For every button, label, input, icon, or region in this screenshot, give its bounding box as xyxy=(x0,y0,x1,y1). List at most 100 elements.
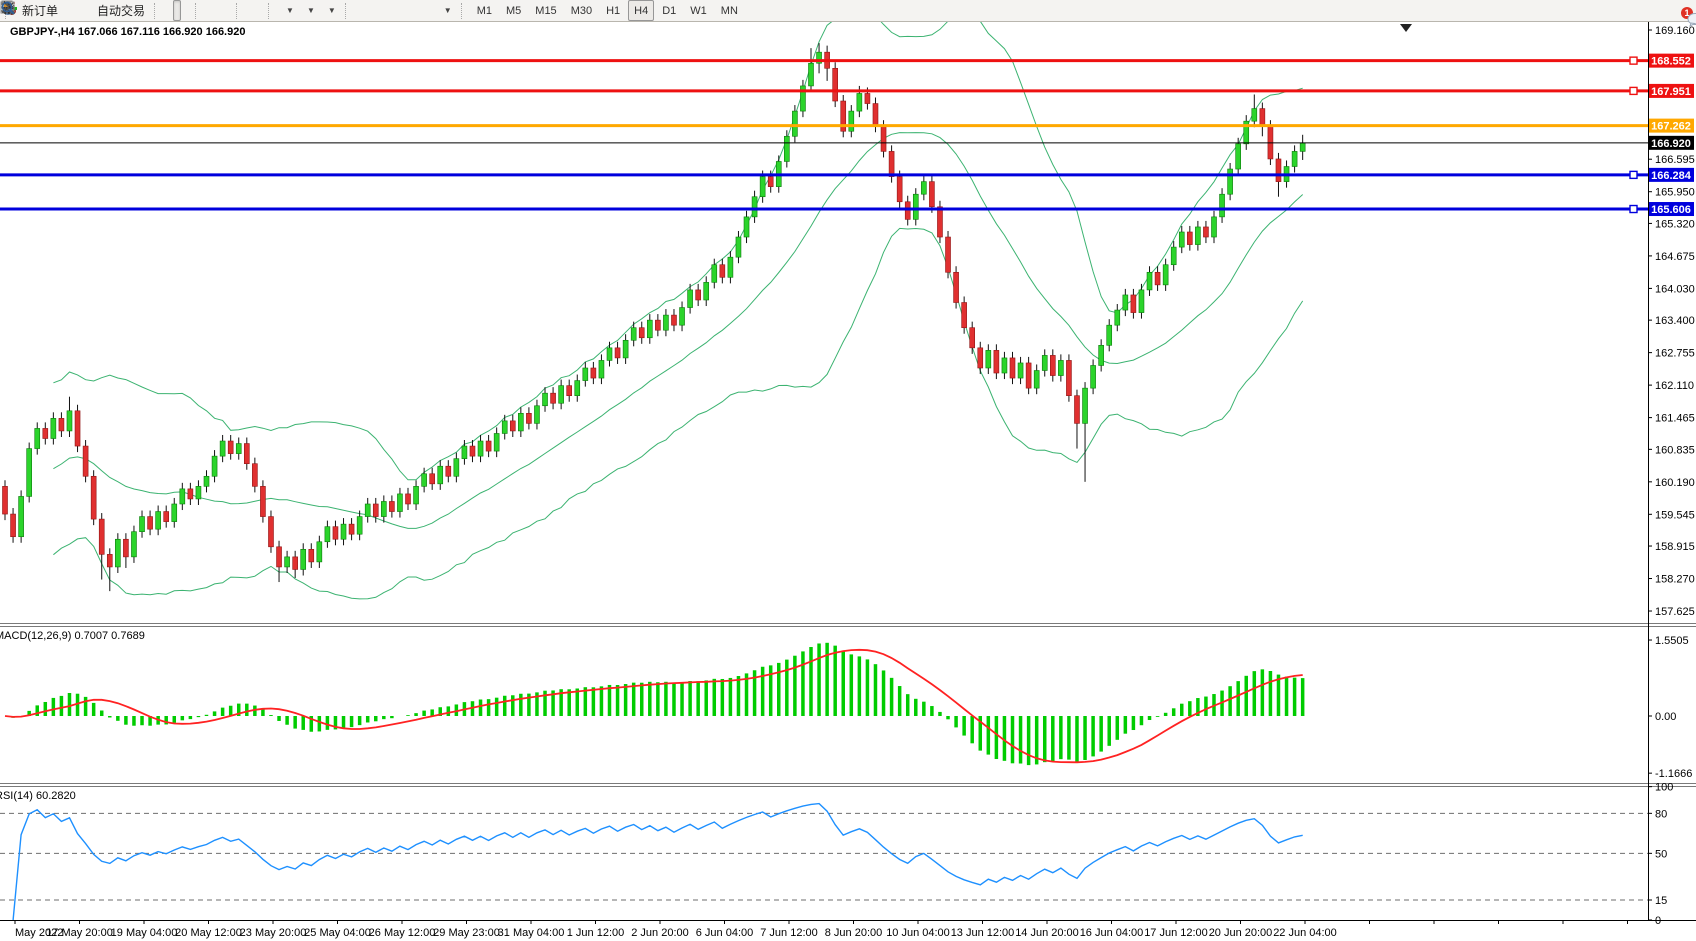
rsi-level-lines xyxy=(0,813,1648,900)
line-chart-mode-button[interactable] xyxy=(182,0,190,21)
pane-separator[interactable] xyxy=(0,623,1696,627)
svg-text:22 Jun 04:00: 22 Jun 04:00 xyxy=(1273,927,1337,939)
tile-windows-button[interactable] xyxy=(223,0,231,21)
svg-text:15: 15 xyxy=(1655,895,1667,907)
svg-text:160.190: 160.190 xyxy=(1655,477,1695,489)
trendline-tool-button[interactable] xyxy=(391,0,399,21)
svg-text:29 May 23:00: 29 May 23:00 xyxy=(433,927,500,939)
svg-text:169.160: 169.160 xyxy=(1655,25,1695,37)
mt4-window: 新订单 自动交易 xyxy=(0,0,1696,941)
new-order-label: 新订单 xyxy=(22,2,58,19)
time-axis[interactable]: May 202217 May 20:0019 May 04:0020 May 1… xyxy=(15,920,1628,939)
auto-scroll-button[interactable] xyxy=(246,0,254,21)
crosshair-tool-button[interactable] xyxy=(364,0,372,21)
svg-text:-1.1666: -1.1666 xyxy=(1655,768,1692,780)
timeframe-button-m30[interactable]: M30 xyxy=(565,0,598,21)
indicators-button[interactable]: ▼ xyxy=(278,0,298,21)
toolbar-separator xyxy=(195,3,202,19)
candlestick-mode-button[interactable] xyxy=(173,0,181,21)
svg-text:13 Jun 12:00: 13 Jun 12:00 xyxy=(951,927,1015,939)
svg-text:8 Jun 20:00: 8 Jun 20:00 xyxy=(825,927,883,939)
dropdown-caret-icon: ▼ xyxy=(307,6,315,15)
svg-text:165.320: 165.320 xyxy=(1655,218,1695,230)
channel-tool-button[interactable]: E xyxy=(400,0,408,21)
chart-title: GBPJPY-,H4 167.066 167.116 166.920 166.9… xyxy=(10,26,245,38)
svg-text:20 Jun 20:00: 20 Jun 20:00 xyxy=(1209,927,1273,939)
autotrading-button[interactable]: 自动交易 xyxy=(90,0,149,21)
svg-text:162.110: 162.110 xyxy=(1655,380,1694,392)
zoom-out-button[interactable] xyxy=(214,0,222,21)
svg-text:166.595: 166.595 xyxy=(1655,154,1695,166)
timeframe-button-m1[interactable]: M1 xyxy=(471,0,498,21)
new-order-button[interactable]: 新订单 xyxy=(15,0,62,21)
text-label-tool-button[interactable]: T xyxy=(427,0,435,21)
svg-text:20 May 12:00: 20 May 12:00 xyxy=(175,927,242,939)
chart-shift-button[interactable] xyxy=(255,0,263,21)
toolbar-separator xyxy=(236,3,243,19)
svg-text:23 May 20:00: 23 May 20:00 xyxy=(240,927,307,939)
text-tool-button[interactable]: A xyxy=(418,0,426,21)
svg-text:157.625: 157.625 xyxy=(1655,606,1695,618)
templates-button[interactable]: ▼ xyxy=(320,0,340,21)
chart-canvas[interactable]: 169.160 166.595 165.950 165.320 164.675 164.0… xyxy=(0,0,1696,941)
horizontal-line-167.951[interactable] xyxy=(0,87,1648,94)
pane-separator[interactable] xyxy=(0,783,1696,787)
svg-text:160.835: 160.835 xyxy=(1655,444,1695,456)
bollinger-lower-band xyxy=(53,228,1302,599)
rsi-indicator-label: RSI(14) 60.2820 xyxy=(0,790,76,802)
periods-button[interactable]: ▼ xyxy=(299,0,319,21)
toolbar-separator xyxy=(345,3,352,19)
zoom-in-button[interactable] xyxy=(205,0,213,21)
svg-text:159.545: 159.545 xyxy=(1655,509,1695,521)
bollinger-upper-band xyxy=(53,11,1302,480)
svg-text:163.400: 163.400 xyxy=(1655,315,1695,327)
svg-text:0: 0 xyxy=(1655,915,1661,927)
toolbar-separator xyxy=(461,3,468,19)
dropdown-caret-icon: ▼ xyxy=(328,6,336,15)
horizontal-line-tool-button[interactable] xyxy=(382,0,390,21)
bar-chart-mode-button[interactable] xyxy=(164,0,172,21)
macd-histogram xyxy=(11,643,1304,765)
svg-text:19 May 04:00: 19 May 04:00 xyxy=(111,927,178,939)
fibonacci-tool-button[interactable]: F xyxy=(409,0,417,21)
timeframe-button-h4[interactable]: H4 xyxy=(628,0,654,21)
svg-text:17 Jun 12:00: 17 Jun 12:00 xyxy=(1144,927,1208,939)
timeframe-button-w1[interactable]: W1 xyxy=(684,0,713,21)
svg-text:165.950: 165.950 xyxy=(1655,187,1695,199)
svg-text:164.675: 164.675 xyxy=(1655,251,1695,263)
svg-text:158.915: 158.915 xyxy=(1655,541,1695,553)
autotrading-label: 自动交易 xyxy=(97,2,145,19)
toolbar: 新订单 自动交易 xyxy=(0,0,1696,22)
terminal-button[interactable] xyxy=(72,0,80,21)
svg-text:26 May 12:00: 26 May 12:00 xyxy=(369,927,436,939)
market-watch-button[interactable] xyxy=(63,0,71,21)
horizontal-line-166.284[interactable] xyxy=(0,171,1648,178)
cursor-tool-button[interactable] xyxy=(355,0,363,21)
horizontal-line-168.552[interactable] xyxy=(0,57,1648,64)
chart-shift-marker[interactable] xyxy=(1400,24,1412,32)
arrows-tool-button[interactable]: ▼ xyxy=(436,0,456,21)
svg-text:162.755: 162.755 xyxy=(1655,348,1695,360)
horizontal-line-165.606[interactable] xyxy=(0,206,1648,213)
svg-text:25 May 04:00: 25 May 04:00 xyxy=(304,927,371,939)
svg-text:2 Jun 20:00: 2 Jun 20:00 xyxy=(631,927,689,939)
svg-text:14 Jun 20:00: 14 Jun 20:00 xyxy=(1015,927,1079,939)
svg-text:0.00: 0.00 xyxy=(1655,711,1676,723)
toolbar-separator xyxy=(154,3,161,19)
svg-text:158.270: 158.270 xyxy=(1655,574,1695,586)
rsi-line xyxy=(13,804,1303,920)
svg-text:167.262: 167.262 xyxy=(1651,121,1691,133)
timeframe-button-d1[interactable]: D1 xyxy=(656,0,682,21)
svg-text:6 Jun 04:00: 6 Jun 04:00 xyxy=(696,927,754,939)
vertical-line-tool-button[interactable] xyxy=(373,0,381,21)
svg-text:164.030: 164.030 xyxy=(1655,283,1695,295)
svg-text:166.284: 166.284 xyxy=(1651,170,1692,182)
dropdown-caret-icon: ▼ xyxy=(286,6,294,15)
svg-text:7 Jun 12:00: 7 Jun 12:00 xyxy=(760,927,818,939)
timeframe-button-h1[interactable]: H1 xyxy=(600,0,626,21)
timeframe-button-mn[interactable]: MN xyxy=(715,0,744,21)
timeframe-button-m5[interactable]: M5 xyxy=(500,0,527,21)
signals-button[interactable] xyxy=(81,0,89,21)
macd-indicator-label: MACD(12,26,9) 0.7007 0.7689 xyxy=(0,630,145,642)
timeframe-button-m15[interactable]: M15 xyxy=(529,0,562,21)
